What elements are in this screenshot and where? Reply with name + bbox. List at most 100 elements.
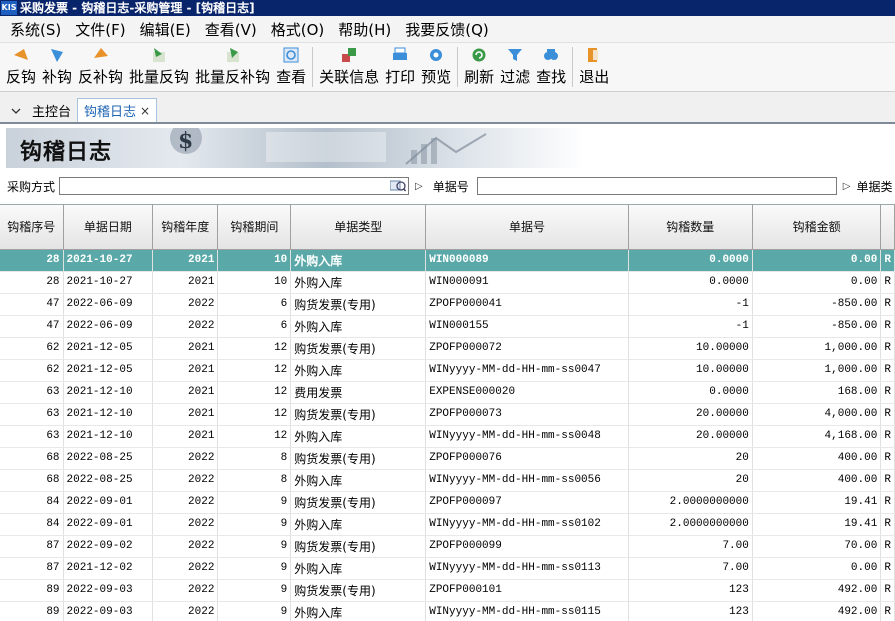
window-title: 采购发票 - 钩稽日志-采购管理 - [钩稽日志]: [20, 1, 255, 15]
toolbar-button-batch-unrehook[interactable]: 批量反补钩: [192, 43, 273, 87]
table-cell: 12: [217, 425, 292, 448]
column-header[interactable]: 钩稽数量: [628, 205, 753, 250]
table-cell: R: [880, 403, 895, 426]
table-cell: 2022: [152, 601, 219, 621]
table-cell: R: [880, 447, 895, 470]
menu-item-6[interactable]: 我要反馈(Q): [399, 19, 497, 40]
table-cell: 47: [0, 293, 64, 316]
table-cell: 外购入库: [290, 513, 427, 536]
table-row[interactable]: 28 2021-10-27 2021 10 外购入库 WIN000091 0.0000 0.0…: [0, 271, 895, 294]
table-cell: 9: [217, 557, 292, 580]
column-header[interactable]: 钩稽期间: [217, 205, 292, 250]
table-row[interactable]: 62 2021-12-05 2021 12 购货发票(专用) ZPOFP000072 10.…: [0, 337, 895, 360]
table-cell: 492.00: [752, 579, 882, 602]
table-cell: 12: [217, 359, 292, 382]
table-row[interactable]: 62 2021-12-05 2021 12 外购入库 WINyyyy-MM-dd-HH-m…: [0, 359, 895, 382]
table-cell: 2021: [152, 337, 219, 360]
toolbar-button-refresh[interactable]: 刷新: [461, 43, 497, 87]
table-cell: WIN000089: [425, 249, 629, 272]
toolbar-button-label: 退出: [579, 68, 610, 86]
column-header[interactable]: 单据类型: [290, 205, 427, 250]
toolbar-button-filter[interactable]: 过滤: [497, 43, 533, 87]
column-header[interactable]: 钩稽序号: [0, 205, 64, 250]
toolbar-button-rehook[interactable]: 补钩: [39, 43, 75, 87]
table-cell: R: [880, 337, 895, 360]
toolbar-button-print[interactable]: 打印: [382, 43, 418, 87]
table-row[interactable]: 84 2022-09-01 2022 9 外购入库 WINyyyy-MM-dd-HH-mm…: [0, 513, 895, 536]
table-cell: 20.00000: [628, 403, 753, 426]
column-header[interactable]: 单据号: [425, 205, 629, 250]
table-row[interactable]: 47 2022-06-09 2022 6 外购入库 WIN000155 -1 -850.00 R: [0, 315, 895, 338]
table-row[interactable]: 89 2022-09-03 2022 9 外购入库 WINyyyy-MM-dd-HH-mm…: [0, 601, 895, 621]
table-cell: 2021: [152, 271, 219, 294]
menu-item-0[interactable]: 系统(S): [4, 19, 69, 40]
table-cell: 2022: [152, 315, 219, 338]
column-header[interactable]: 钩稽年度: [152, 205, 219, 250]
tab-hook-log[interactable]: 钩稽日志 ×: [77, 98, 158, 122]
table-row[interactable]: 87 2021-12-02 2022 9 外购入库 WINyyyy-MM-dd-HH-mm…: [0, 557, 895, 580]
table-cell: 84: [0, 491, 64, 514]
table-cell: 63: [0, 403, 64, 426]
table-cell: 62: [0, 337, 64, 360]
purchase-method-label: 采购方式: [7, 179, 56, 194]
chevron-down-icon[interactable]: [6, 100, 26, 122]
table-cell: 外购入库: [290, 359, 427, 382]
table-row[interactable]: 63 2021-12-10 2021 12 购货发票(专用) ZPOFP000073 20.…: [0, 403, 895, 426]
table-cell: 28: [0, 271, 64, 294]
hook-log-grid: 钩稽序号 单据日期 钩稽年度 钩稽期间 单据类型 单据号 钩稽数量 钩稽金额 28 2021-1…: [0, 204, 895, 621]
menu-item-3[interactable]: 查看(V): [199, 19, 265, 40]
table-cell: R: [880, 469, 895, 492]
table-cell: ZPOFP000076: [425, 447, 629, 470]
table-cell: 12: [217, 381, 292, 404]
table-cell: R: [880, 249, 895, 272]
menu-item-5[interactable]: 帮助(H): [332, 19, 399, 40]
close-icon[interactable]: ×: [140, 104, 150, 118]
table-row[interactable]: 89 2022-09-03 2022 9 购货发票(专用) ZPOFP000101 123 4…: [0, 579, 895, 602]
toolbar-button-preview[interactable]: 预览: [418, 43, 454, 87]
toolbar-separator: [312, 47, 314, 87]
table-cell: 62: [0, 359, 64, 382]
table-cell: R: [880, 359, 895, 382]
unhook-icon: [12, 46, 30, 64]
column-header[interactable]: 钩稽金额: [752, 205, 882, 250]
table-cell: 2021-12-05: [63, 337, 154, 360]
table-cell: 28: [0, 249, 64, 272]
table-row[interactable]: 63 2021-12-10 2021 12 费用发票 EXPENSE000020 0.000…: [0, 381, 895, 404]
preview-icon: [427, 46, 445, 64]
toolbar-button-unhook[interactable]: 反钩: [3, 43, 39, 87]
table-cell: R: [880, 535, 895, 558]
table-row[interactable]: 63 2021-12-10 2021 12 外购入库 WINyyyy-MM-dd-HH-m…: [0, 425, 895, 448]
table-row[interactable]: 68 2022-08-25 2022 8 外购入库 WINyyyy-MM-dd-HH-mm…: [0, 469, 895, 492]
doc-no-input[interactable]: [476, 177, 837, 195]
table-cell: 2022: [152, 491, 219, 514]
menu-item-2[interactable]: 编辑(E): [134, 19, 199, 40]
toolbar-button-batch-unhook[interactable]: 批量反钩: [126, 43, 192, 87]
toolbar-button-unrehook[interactable]: 反补钩: [75, 43, 126, 87]
toolbar-button-label: 过滤: [500, 68, 531, 86]
table-cell: 外购入库: [290, 601, 427, 621]
lookup-icon[interactable]: [390, 179, 407, 193]
toolbar-button-link-info[interactable]: 关联信息: [316, 43, 382, 87]
table-row[interactable]: 47 2022-06-09 2022 6 购货发票(专用) ZPOFP000041 -1 -8…: [0, 293, 895, 316]
toolbar-button-view[interactable]: 查看: [273, 43, 309, 87]
table-row[interactable]: 28 2021-10-27 2021 10 外购入库 WIN000089 0.0000 0.0…: [0, 249, 895, 272]
table-cell: ZPOFP000097: [425, 491, 629, 514]
table-row[interactable]: 84 2022-09-01 2022 9 购货发票(专用) ZPOFP000097 2.00…: [0, 491, 895, 514]
table-row[interactable]: 87 2022-09-02 2022 9 购货发票(专用) ZPOFP000099 7.00…: [0, 535, 895, 558]
menu-item-4[interactable]: 格式(O): [265, 19, 333, 40]
filter-arrow-icon[interactable]: ▷: [415, 181, 423, 192]
table-cell: 492.00: [752, 601, 882, 621]
purchase-method-input[interactable]: [59, 177, 410, 195]
menu-item-1[interactable]: 文件(F): [69, 19, 133, 40]
unrehook-icon: [92, 46, 110, 64]
table-row[interactable]: 68 2022-08-25 2022 8 购货发票(专用) ZPOFP000076 20 40…: [0, 447, 895, 470]
table-cell: 2021: [152, 381, 219, 404]
table-cell: 68: [0, 447, 64, 470]
column-header[interactable]: 单据日期: [63, 205, 154, 250]
toolbar-button-exit[interactable]: 退出: [576, 43, 612, 87]
toolbar-button-find[interactable]: 查找: [533, 43, 569, 87]
filter-arrow-icon[interactable]: ▷: [843, 181, 851, 192]
table-cell: 2021: [152, 425, 219, 448]
tab-main-console[interactable]: 主控台: [26, 98, 77, 122]
table-cell: ZPOFP000041: [425, 293, 629, 316]
